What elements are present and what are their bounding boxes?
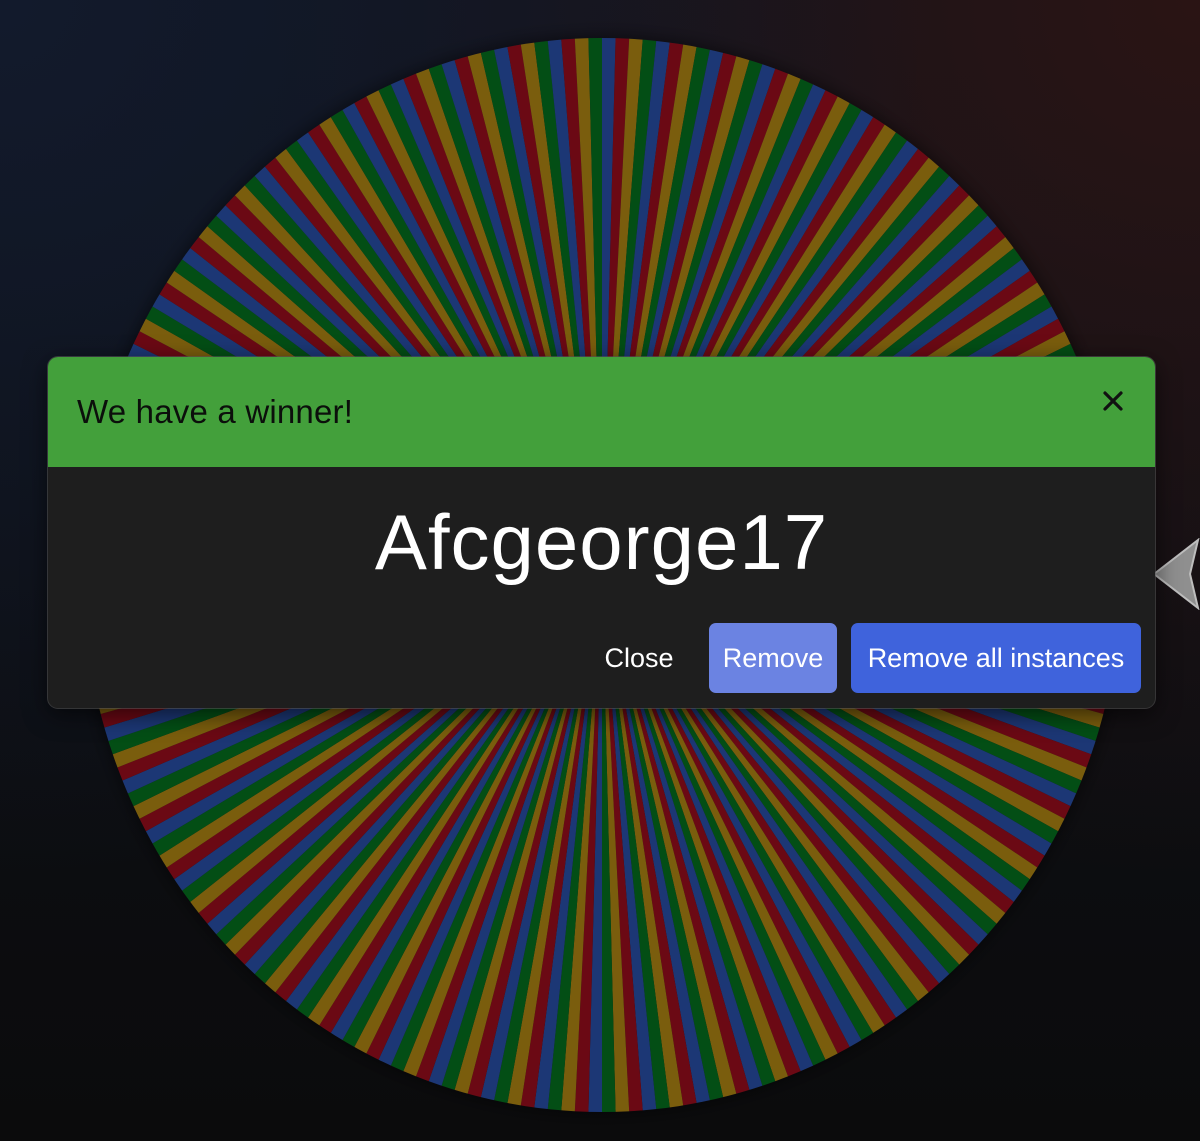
winner-dialog: We have a winner! Afcgeorge17 Close Remo… [48,357,1155,708]
close-button[interactable]: Close [589,623,689,693]
remove-all-instances-button[interactable]: Remove all instances [851,623,1141,693]
remove-button[interactable]: Remove [709,623,837,693]
wheel-of-names-stage: We have a winner! Afcgeorge17 Close Remo… [0,0,1200,1141]
wheel-pointer-icon [1152,538,1200,610]
close-icon[interactable] [1095,383,1131,419]
dialog-actions: Close Remove Remove all instances [589,623,1141,693]
winner-name: Afcgeorge17 [374,498,829,586]
dialog-header: We have a winner! [48,357,1155,467]
dialog-title: We have a winner! [77,393,354,430]
